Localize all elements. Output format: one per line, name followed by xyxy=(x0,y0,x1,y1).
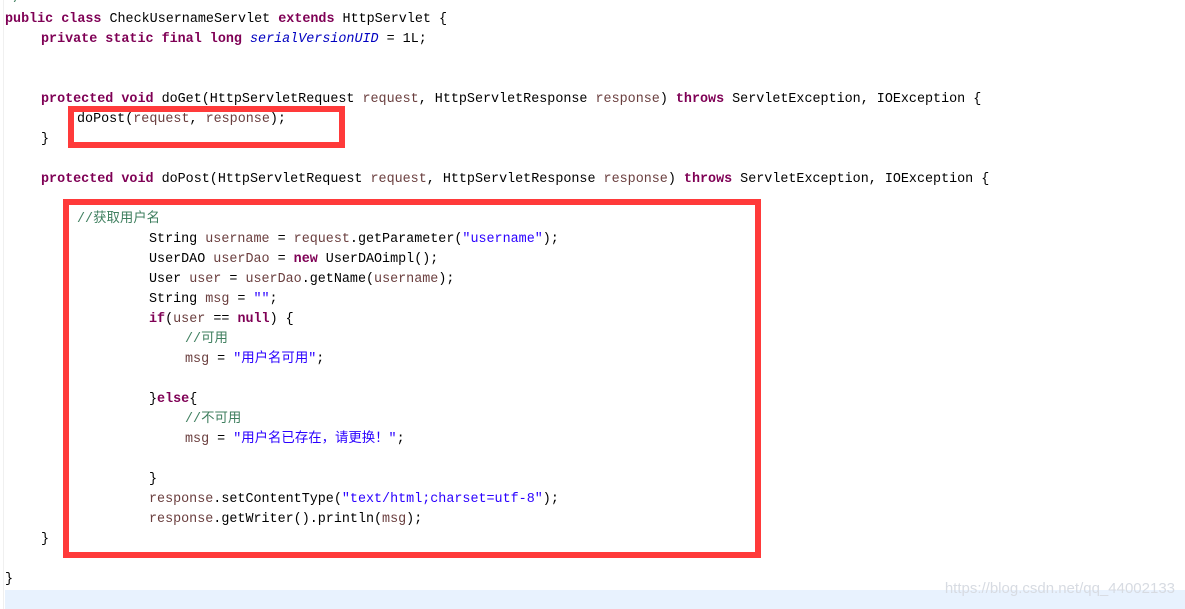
code-line: public class CheckUsernameServlet extend… xyxy=(5,10,1185,30)
code-token: } xyxy=(41,132,50,147)
code-token: protected xyxy=(41,92,114,107)
code-token: throws xyxy=(675,92,725,107)
code-token: serialVersionUID xyxy=(250,32,379,47)
code-token: ServletException, IOException { xyxy=(732,172,990,187)
editor-gutter-border xyxy=(3,0,4,609)
code-line: doPost(request, response); xyxy=(5,110,1185,130)
code-token: private xyxy=(41,32,98,47)
code-token: ) xyxy=(667,172,684,187)
code-token: doPost( xyxy=(77,112,134,127)
code-token: request xyxy=(362,92,419,107)
code-token: doPost(HttpServletRequest xyxy=(153,172,371,187)
code-token: , HttpServletResponse xyxy=(418,92,596,107)
code-token: ) xyxy=(659,92,676,107)
code-token: CheckUsernameServlet xyxy=(101,12,279,27)
code-token: public xyxy=(5,12,54,27)
code-token: response xyxy=(603,172,668,187)
code-token: request xyxy=(370,172,427,187)
code-token: , HttpServletResponse xyxy=(426,172,604,187)
code-token: static xyxy=(105,32,154,47)
watermark: https://blog.csdn.net/qq_44002133 xyxy=(944,580,1175,597)
code-token: void xyxy=(121,92,154,107)
code-token: throws xyxy=(683,172,733,187)
code-line: private static final long serialVersionU… xyxy=(5,30,1185,50)
code-token: HttpServlet { xyxy=(334,12,447,27)
code-token: class xyxy=(61,12,102,27)
code-token: } xyxy=(5,572,14,587)
code-token: } xyxy=(41,532,50,547)
code-token: long xyxy=(209,32,242,47)
highlight-box-dopost xyxy=(63,199,761,558)
code-token: void xyxy=(121,172,154,187)
code-token: = 1L; xyxy=(378,32,427,47)
code-token: ); xyxy=(269,112,286,127)
code-token: final xyxy=(161,32,202,47)
code-token: ServletException, IOException { xyxy=(724,92,982,107)
code-token: doGet(HttpServletRequest xyxy=(153,92,363,107)
code-token: protected xyxy=(41,172,114,187)
code-token: extends xyxy=(278,12,335,27)
code-line: protected void doPost(HttpServletRequest… xyxy=(5,170,1185,190)
code-token: , xyxy=(189,112,206,127)
code-line: */ xyxy=(5,0,1185,10)
code-token: response xyxy=(595,92,660,107)
code-token: response xyxy=(205,112,270,127)
code-token: */ xyxy=(5,0,21,7)
code-token: request xyxy=(133,112,190,127)
